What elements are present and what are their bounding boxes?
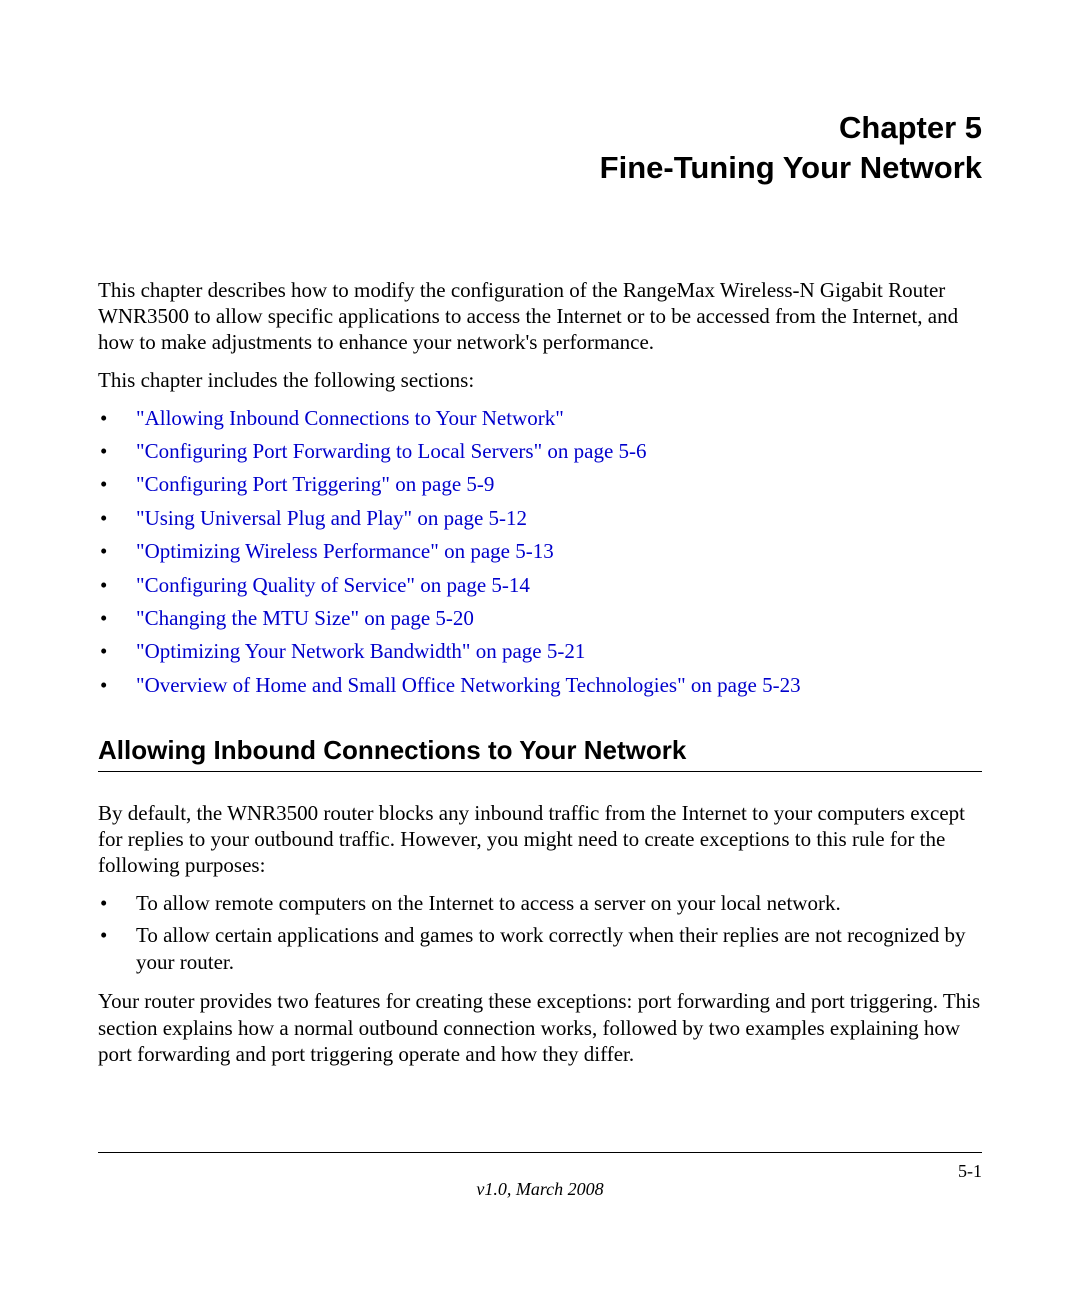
toc-item: "Using Universal Plug and Play" on page … (98, 504, 982, 533)
toc-item: "Overview of Home and Small Office Netwo… (98, 671, 982, 700)
chapter-label: Chapter 5 (98, 108, 982, 148)
intro-followup: This chapter includes the following sect… (98, 367, 982, 393)
purpose-item: To allow certain applications and games … (98, 922, 982, 977)
toc-list: "Allowing Inbound Connections to Your Ne… (98, 404, 982, 701)
toc-item: "Configuring Quality of Service" on page… (98, 571, 982, 600)
toc-item: "Configuring Port Forwarding to Local Se… (98, 437, 982, 466)
toc-link[interactable]: "Using Universal Plug and Play" on page … (136, 506, 527, 530)
section-heading: Allowing Inbound Connections to Your Net… (98, 734, 982, 767)
page-footer: 5-1 v1.0, March 2008 (98, 1152, 982, 1200)
toc-link[interactable]: "Configuring Port Triggering" on page 5-… (136, 472, 494, 496)
page-content: Chapter 5 Fine-Tuning Your Network This … (0, 0, 1080, 1067)
toc-link[interactable]: "Optimizing Wireless Performance" on pag… (136, 539, 554, 563)
page-number: 5-1 (958, 1161, 982, 1182)
purpose-item: To allow remote computers on the Interne… (98, 890, 982, 917)
toc-link[interactable]: "Optimizing Your Network Bandwidth" on p… (136, 639, 585, 663)
toc-link[interactable]: "Configuring Quality of Service" on page… (136, 573, 530, 597)
toc-link[interactable]: "Configuring Port Forwarding to Local Se… (136, 439, 647, 463)
section-rule (98, 771, 982, 772)
toc-link[interactable]: "Changing the MTU Size" on page 5-20 (136, 606, 474, 630)
purpose-list: To allow remote computers on the Interne… (98, 890, 982, 976)
chapter-title: Fine-Tuning Your Network (98, 148, 982, 188)
version-label: v1.0, March 2008 (98, 1179, 982, 1200)
toc-item: "Allowing Inbound Connections to Your Ne… (98, 404, 982, 433)
toc-link[interactable]: "Allowing Inbound Connections to Your Ne… (136, 406, 564, 430)
chapter-title-block: Chapter 5 Fine-Tuning Your Network (98, 108, 982, 189)
section-para-2: Your router provides two features for cr… (98, 988, 982, 1067)
toc-item: "Optimizing Your Network Bandwidth" on p… (98, 637, 982, 666)
section-para-1: By default, the WNR3500 router blocks an… (98, 800, 982, 879)
toc-item: "Optimizing Wireless Performance" on pag… (98, 537, 982, 566)
toc-link[interactable]: "Overview of Home and Small Office Netwo… (136, 673, 801, 697)
toc-item: "Changing the MTU Size" on page 5-20 (98, 604, 982, 633)
intro-paragraph: This chapter describes how to modify the… (98, 277, 982, 356)
toc-item: "Configuring Port Triggering" on page 5-… (98, 470, 982, 499)
